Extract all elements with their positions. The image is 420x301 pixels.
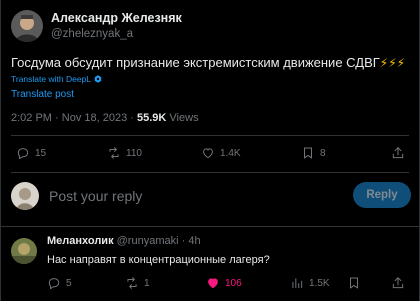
like-action-button[interactable]: 1.4K [201, 146, 241, 160]
commenter-avatar[interactable] [11, 238, 37, 264]
bookmark-action-button[interactable]: 8 [301, 146, 326, 160]
deepl-icon [94, 75, 102, 83]
author-display-name[interactable]: Александр Железняк [51, 11, 182, 26]
translate-with-deepl-link[interactable]: Translate with DeepL [11, 74, 102, 84]
comment-like-button[interactable]: 106 [206, 276, 242, 290]
tweet-time[interactable]: 2:02 PM [11, 112, 52, 124]
tweet-text: Госдума обсудит признание экстремистским… [11, 54, 411, 72]
tweet-meta: 2:02 PM · Nov 18, 2023 · 55.9K Views [11, 112, 199, 124]
meta-separator: · [130, 112, 134, 124]
user-avatar[interactable] [11, 182, 39, 210]
comment-actions: 5 1 106 1.5K [1, 276, 420, 292]
divider [11, 172, 409, 173]
repost-action-button[interactable]: 110 [107, 146, 142, 160]
reply-button[interactable]: Reply [353, 182, 411, 208]
comment-reply-count: 5 [66, 277, 72, 289]
tweet-actions: 15 110 1.4K 8 [1, 146, 420, 162]
comment-age[interactable]: 4h [188, 235, 200, 247]
views-count: 55.9K [137, 112, 167, 124]
reply-composer: Reply [11, 181, 411, 211]
comment-views-button[interactable]: 1.5K [290, 276, 330, 290]
reply-count: 15 [35, 147, 47, 159]
heart-filled-icon [208, 278, 218, 289]
author-handle[interactable]: @zheleznyak_a [51, 28, 182, 42]
comment-views-count: 1.5K [309, 277, 330, 289]
views-label: Views [169, 112, 199, 124]
commenter-handle[interactable]: @runyamaki [117, 235, 179, 247]
comment-header: Меланхолик @runyamaki · 4h [47, 235, 201, 247]
share-icon [392, 277, 404, 289]
comment-repost-count: 1 [144, 277, 150, 289]
reply-icon [48, 278, 60, 290]
comment-repost-button[interactable]: 1 [125, 276, 150, 290]
bookmark-icon [304, 147, 312, 159]
meta-separator: · [55, 112, 59, 124]
translate-post-link[interactable]: Translate post [11, 89, 74, 100]
comment-separator: · [181, 235, 186, 247]
comment-reply-button[interactable]: 5 [47, 276, 72, 290]
tweet-text-body: Госдума обсудит признание экстремистским… [11, 55, 380, 70]
views-chart-icon [292, 278, 303, 289]
commenter-display-name[interactable]: Меланхолик [47, 235, 114, 247]
divider [11, 135, 409, 136]
comment-bookmark-button[interactable] [347, 276, 361, 290]
share-action-button[interactable] [391, 146, 405, 160]
heart-icon [203, 148, 213, 159]
translate-deepl-label: Translate with DeepL [11, 74, 92, 84]
tweet-date[interactable]: Nov 18, 2023 [62, 112, 127, 124]
bookmark-count: 8 [320, 147, 326, 159]
reply-icon [17, 148, 29, 160]
divider [1, 226, 419, 227]
author-avatar[interactable] [11, 10, 43, 42]
lightning-emoji: ⚡⚡⚡ [379, 56, 406, 70]
repost-count: 110 [126, 147, 142, 159]
bookmark-icon [350, 277, 358, 289]
tweet-author: Александр Железняк @zheleznyak_a [11, 10, 182, 42]
reply-action-button[interactable]: 15 [16, 146, 46, 160]
reply-input[interactable] [49, 188, 309, 204]
like-count: 1.4K [220, 147, 241, 159]
comment-like-count: 106 [225, 277, 242, 289]
repost-icon [127, 277, 137, 289]
repost-icon [109, 147, 119, 159]
share-icon [392, 147, 404, 159]
tweet-detail-panel: Александр Железняк @zheleznyak_a Госдума… [0, 0, 420, 301]
comment-text: Нас направят в концентрационные лагеря? [47, 254, 270, 266]
comment-share-button[interactable] [391, 276, 405, 290]
